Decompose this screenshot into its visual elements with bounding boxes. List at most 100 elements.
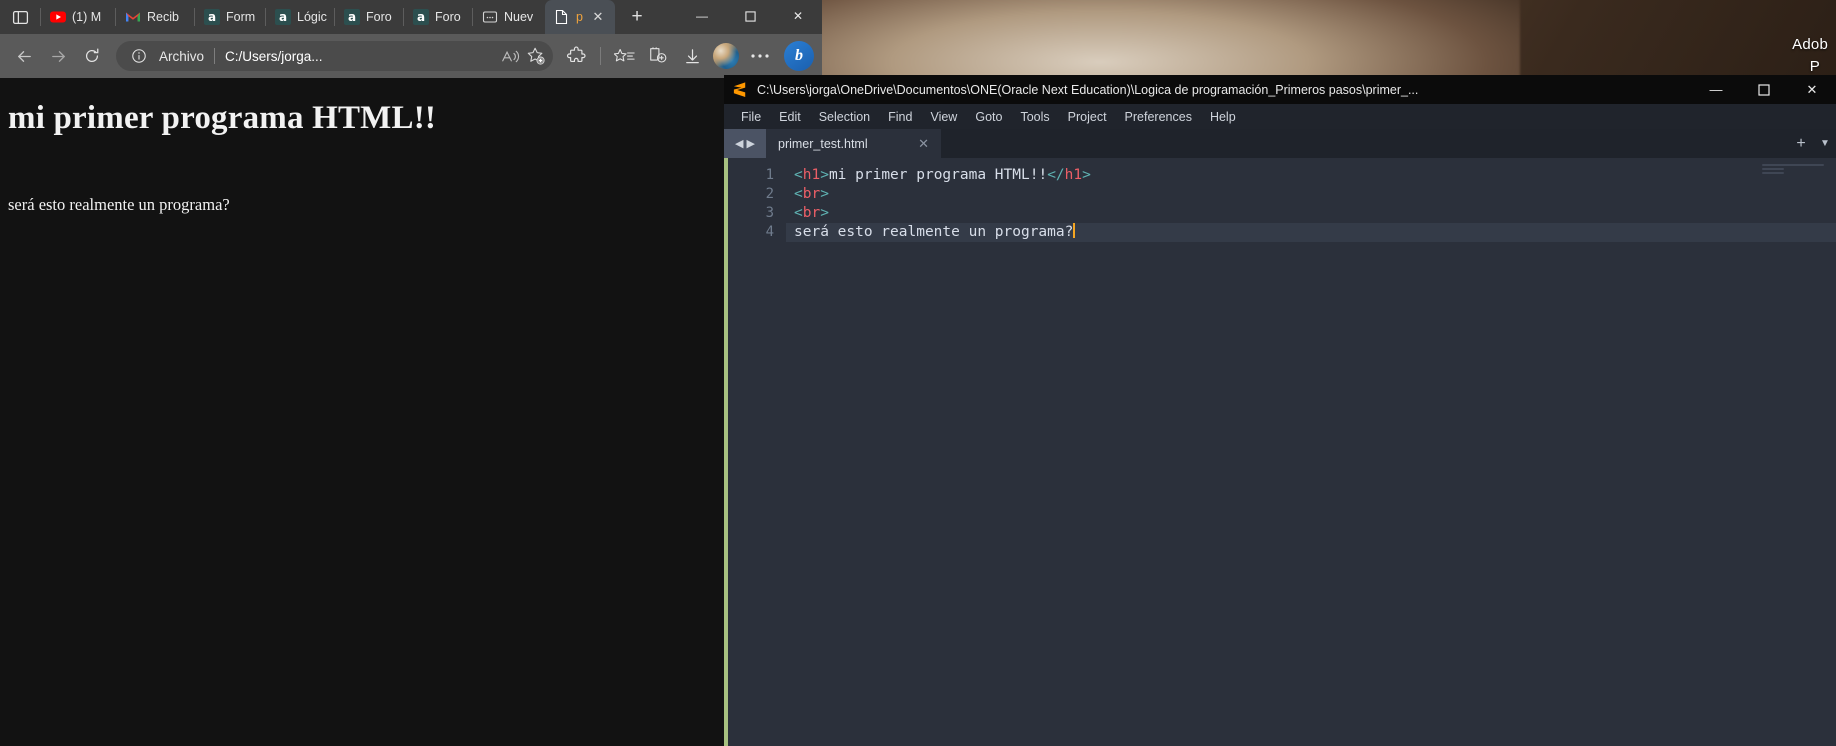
sublime-minimize-button[interactable]: — <box>1692 75 1740 104</box>
file-icon <box>554 9 570 25</box>
gmail-icon <box>125 9 141 25</box>
browser-tab-gmail[interactable]: Recib <box>116 0 194 34</box>
youtube-icon <box>50 9 66 25</box>
add-favorite-star-icon[interactable] <box>523 43 549 69</box>
line-number: 3 <box>765 205 774 221</box>
profile-avatar[interactable] <box>713 43 739 69</box>
sublime-maximize-button[interactable] <box>1740 75 1788 104</box>
browser-window: (1) M Recib a Form a Lógic a Foro a Foro <box>0 0 822 746</box>
menu-view[interactable]: View <box>921 107 966 127</box>
collections-icon[interactable] <box>642 40 674 72</box>
code-token: > <box>820 167 829 183</box>
browser-tab-youtube[interactable]: (1) M <box>41 0 115 34</box>
alura-icon: a <box>344 9 360 25</box>
chevron-down-icon[interactable]: ▼ <box>1814 129 1836 158</box>
code-token: será esto realmente un programa? <box>794 224 1074 240</box>
nav-forward-arrow-icon[interactable]: ▶ <box>747 137 755 150</box>
sublime-tab-bar-empty-area <box>941 129 1788 158</box>
alura-icon: a <box>275 9 291 25</box>
minimize-button[interactable]: — <box>678 0 726 32</box>
sublime-tab-primer-test[interactable]: primer_test.html ✕ <box>766 129 941 158</box>
address-scheme-label: Archivo <box>159 48 205 64</box>
settings-more-icon[interactable] <box>744 40 776 72</box>
sublime-close-button[interactable]: ✕ <box>1788 75 1836 104</box>
sublime-title-text: C:\Users\jorga\OneDrive\Documentos\ONE(O… <box>757 82 1419 97</box>
sublime-new-tab-button[interactable]: + <box>1788 129 1814 158</box>
menu-preferences[interactable]: Preferences <box>1116 107 1201 127</box>
code-token: > <box>1082 167 1091 183</box>
new-tab-button[interactable]: + <box>623 3 651 31</box>
browser-tab-foro-2[interactable]: a Foro <box>404 0 472 34</box>
back-arrow-icon[interactable] <box>8 40 40 72</box>
code-editor-content[interactable]: <h1>mi primer programa HTML!!</h1> <br> <b… <box>786 158 1836 746</box>
browser-tab-foro-1[interactable]: a Foro <box>335 0 403 34</box>
copilot-bing-button[interactable]: b <box>784 41 814 71</box>
code-line[interactable]: <br> <box>794 204 1836 223</box>
code-token: > <box>820 205 829 221</box>
page-paragraph: será esto realmente un programa? <box>8 195 230 214</box>
code-minimap[interactable] <box>1762 164 1832 176</box>
toolbar-divider <box>600 47 601 65</box>
info-icon[interactable] <box>126 43 152 69</box>
sublime-tab-label: primer_test.html <box>778 136 868 151</box>
downloads-icon[interactable] <box>676 40 708 72</box>
sublime-title-bar[interactable]: C:\Users\jorga\OneDrive\Documentos\ONE(O… <box>724 75 1836 104</box>
code-line[interactable]: <br> <box>794 185 1836 204</box>
close-button[interactable]: ✕ <box>774 0 822 32</box>
browser-toolbar: Archivo C:/Users/jorga... b <box>0 34 822 78</box>
line-number: 4 <box>765 224 774 240</box>
menu-help[interactable]: Help <box>1201 107 1245 127</box>
sublime-menu-bar: File Edit Selection Find View Goto Tools… <box>724 104 1836 129</box>
extensions-puzzle-icon[interactable] <box>561 40 593 72</box>
line-number: 2 <box>765 186 774 202</box>
address-divider <box>214 48 216 64</box>
sublime-text-icon <box>732 81 749 98</box>
maximize-button[interactable] <box>726 0 774 32</box>
sublime-editor-area[interactable]: 1 2 3 4 <h1>mi primer programa HTML!!</h… <box>724 158 1836 746</box>
menu-project[interactable]: Project <box>1059 107 1116 127</box>
menu-tools[interactable]: Tools <box>1011 107 1058 127</box>
alura-icon: a <box>204 9 220 25</box>
code-token: br <box>802 205 821 221</box>
address-bar[interactable]: Archivo C:/Users/jorga... <box>116 41 553 71</box>
address-url-text[interactable]: C:/Users/jorga... <box>225 49 497 64</box>
tab-actions-sidebar-icon[interactable] <box>0 0 40 34</box>
forward-arrow-icon[interactable] <box>42 40 74 72</box>
browser-tab-active-primer-test[interactable]: p ✕ <box>545 0 615 34</box>
menu-find[interactable]: Find <box>879 107 921 127</box>
line-number: 1 <box>765 167 774 183</box>
code-token: < <box>794 186 803 202</box>
browser-tab-logica[interactable]: a Lógic <box>266 0 334 34</box>
web-page-content: mi primer programa HTML!! será esto real… <box>0 78 822 746</box>
desktop-label-adobe: Adob <box>1792 36 1828 53</box>
line-number-gutter: 1 2 3 4 <box>728 158 786 746</box>
browser-tab-nueva[interactable]: Nuev <box>473 0 545 34</box>
code-token: h1 <box>1064 167 1083 183</box>
text-cursor <box>1073 223 1075 238</box>
favorites-list-icon[interactable] <box>608 40 640 72</box>
browser-window-controls: — ✕ <box>678 0 822 32</box>
read-aloud-icon[interactable] <box>497 43 523 69</box>
menu-goto[interactable]: Goto <box>966 107 1011 127</box>
reload-icon[interactable] <box>76 40 108 72</box>
tab-label: Nuev <box>504 10 534 24</box>
tab-label: (1) M <box>72 10 102 24</box>
nav-back-arrow-icon[interactable]: ◀ <box>735 137 743 150</box>
code-line[interactable]: <h1>mi primer programa HTML!!</h1> <box>794 166 1836 185</box>
code-token: br <box>802 186 821 202</box>
close-icon[interactable]: ✕ <box>918 136 929 152</box>
browser-tab-strip: (1) M Recib a Form a Lógic a Foro a Foro <box>0 0 822 34</box>
code-token: > <box>820 186 829 202</box>
code-line[interactable]: será esto realmente un programa? <box>786 223 1836 242</box>
sublime-text-window: C:\Users\jorga\OneDrive\Documentos\ONE(O… <box>724 75 1836 746</box>
close-icon[interactable]: ✕ <box>589 8 607 26</box>
menu-file[interactable]: File <box>732 107 770 127</box>
code-token: h1 <box>802 167 821 183</box>
menu-selection[interactable]: Selection <box>810 107 879 127</box>
tab-label: Lógic <box>297 10 327 24</box>
menu-edit[interactable]: Edit <box>770 107 810 127</box>
code-token: < <box>794 205 803 221</box>
browser-tab-form[interactable]: a Form <box>195 0 265 34</box>
sublime-tab-nav-arrows[interactable]: ◀ ▶ <box>724 129 766 158</box>
sublime-tab-bar: ◀ ▶ primer_test.html ✕ + ▼ <box>724 129 1836 158</box>
